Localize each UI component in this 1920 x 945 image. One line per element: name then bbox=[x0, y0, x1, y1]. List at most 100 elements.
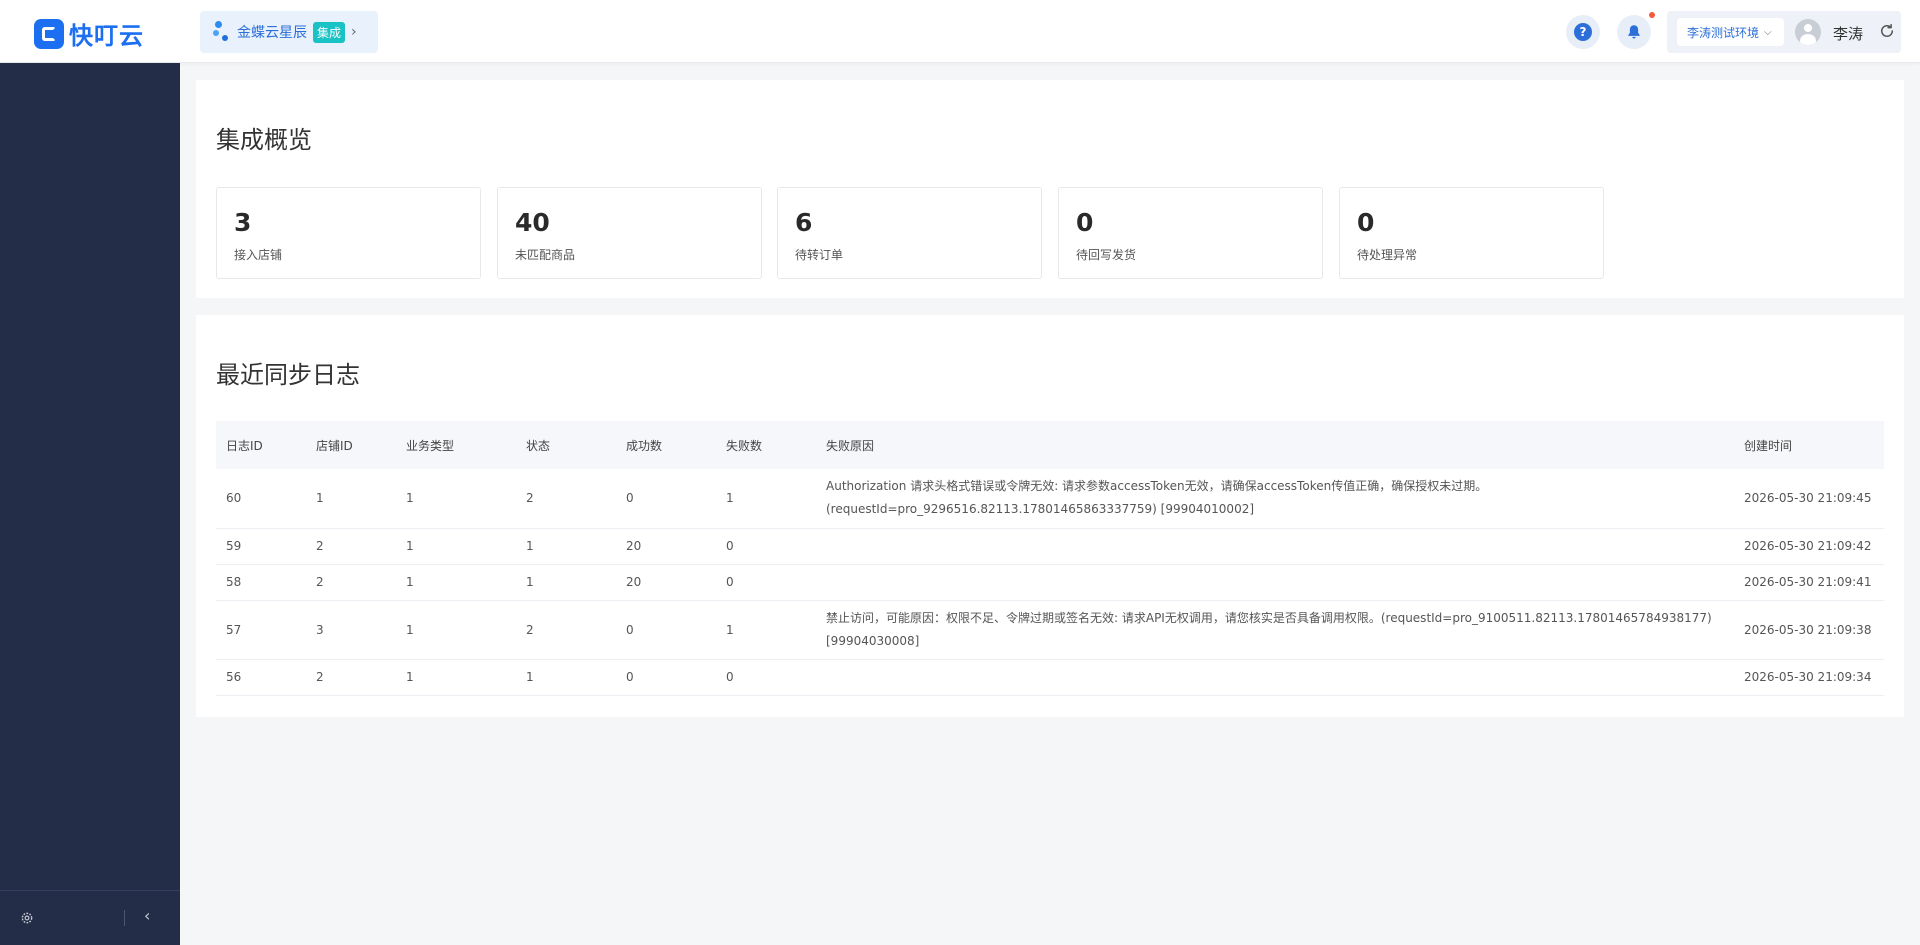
app-tag-badge: 集成 bbox=[313, 21, 346, 43]
column-header: 业务类型 bbox=[406, 438, 455, 453]
cell-created-time: 2026-05-30 21:09:34 bbox=[1734, 659, 1884, 696]
cell-failed-count: 1 bbox=[716, 469, 816, 529]
column-header: 失败原因 bbox=[826, 438, 875, 453]
cell-failed-count: 0 bbox=[716, 659, 816, 696]
cell-success-count: 0 bbox=[616, 600, 716, 660]
user-area: 李涛测试环境 ⌵ 李涛 bbox=[1667, 11, 1901, 53]
stat-label: 未匹配商品 bbox=[515, 248, 576, 262]
column-header: 创建时间 bbox=[1744, 438, 1793, 453]
chevron-right-icon: › bbox=[351, 24, 357, 40]
chevron-left-icon[interactable]: ‹ bbox=[144, 906, 150, 925]
cell-success-count: 0 bbox=[616, 659, 716, 696]
table-row[interactable]: 59 2 1 1 20 0 2026-05-30 21:09:42 bbox=[216, 528, 1884, 565]
cell-biz-type: 1 bbox=[396, 469, 516, 529]
cell-shop-id: 2 bbox=[306, 528, 396, 565]
cell-created-time: 2026-05-30 21:09:41 bbox=[1734, 564, 1884, 601]
column-header: 成功数 bbox=[626, 438, 663, 453]
column-header: 状态 bbox=[526, 438, 551, 453]
cell-status: 2 bbox=[516, 600, 616, 660]
brand-logo-icon bbox=[34, 18, 64, 49]
stat-card-pending-orders[interactable]: 6 待转订单 bbox=[777, 187, 1042, 279]
stat-label: 接入店铺 bbox=[234, 248, 283, 262]
column-header: 店铺ID bbox=[316, 438, 353, 453]
sidebar: ‹ bbox=[0, 63, 180, 945]
stat-value: 40 bbox=[515, 208, 550, 237]
stat-label: 待转订单 bbox=[795, 248, 844, 262]
cell-status: 1 bbox=[516, 528, 616, 565]
cell-failed-count: 1 bbox=[716, 600, 816, 660]
avatar[interactable] bbox=[1795, 19, 1821, 45]
cell-shop-id: 2 bbox=[306, 564, 396, 601]
table-header-row: 日志ID 店铺ID 业务类型 状态 成功数 失败数 失败原因 创建时间 bbox=[216, 421, 1884, 469]
overview-title: 集成概览 bbox=[216, 126, 312, 154]
footer-divider bbox=[124, 910, 125, 926]
cell-success-count: 20 bbox=[616, 564, 716, 601]
notification-dot bbox=[1649, 12, 1655, 18]
table-row[interactable]: 58 2 1 1 20 0 2026-05-30 21:09:41 bbox=[216, 564, 1884, 601]
settings-icon[interactable] bbox=[20, 911, 34, 925]
stat-card-unmatched-products[interactable]: 40 未匹配商品 bbox=[497, 187, 762, 279]
cell-status: 2 bbox=[516, 469, 616, 529]
cell-log-id: 56 bbox=[216, 659, 306, 696]
sidebar-footer: ‹ bbox=[0, 890, 180, 945]
refresh-icon[interactable] bbox=[1878, 22, 1896, 40]
cell-log-id: 58 bbox=[216, 564, 306, 601]
environment-select[interactable]: 李涛测试环境 ⌵ bbox=[1677, 18, 1784, 46]
stat-value: 0 bbox=[1076, 208, 1094, 237]
notifications-button[interactable] bbox=[1617, 15, 1651, 49]
cell-biz-type: 1 bbox=[396, 600, 516, 660]
cell-failure-reason bbox=[816, 564, 1734, 601]
logs-title: 最近同步日志 bbox=[216, 361, 360, 389]
app-dots-icon bbox=[213, 21, 231, 43]
help-button[interactable]: ? bbox=[1566, 15, 1600, 49]
cell-status: 1 bbox=[516, 659, 616, 696]
top-header: 快叮云 金蝶云星辰 集成 › ? 李涛测试环境 ⌵ 李涛 bbox=[0, 0, 1920, 63]
sync-logs-table: 日志ID 店铺ID 业务类型 状态 成功数 失败数 失败原因 创建时间 60 1… bbox=[216, 421, 1884, 696]
cell-success-count: 0 bbox=[616, 469, 716, 529]
cell-success-count: 20 bbox=[616, 528, 716, 565]
column-header: 日志ID bbox=[226, 438, 263, 453]
cell-shop-id: 1 bbox=[306, 469, 396, 529]
cell-created-time: 2026-05-30 21:09:45 bbox=[1734, 469, 1884, 529]
cell-log-id: 57 bbox=[216, 600, 306, 660]
stat-value: 6 bbox=[795, 208, 813, 237]
cell-failure-reason bbox=[816, 528, 1734, 565]
bell-icon bbox=[1628, 25, 1640, 39]
brand-logo[interactable]: 快叮云 bbox=[34, 16, 144, 51]
stat-label: 待回写发货 bbox=[1076, 248, 1137, 262]
table-row[interactable]: 57 3 1 2 0 1 禁止访问，可能原因：权限不足、令牌过期或签名无效: 请… bbox=[216, 600, 1884, 660]
cell-biz-type: 1 bbox=[396, 564, 516, 601]
stat-value: 3 bbox=[234, 208, 252, 237]
cell-status: 1 bbox=[516, 564, 616, 601]
stat-value: 0 bbox=[1357, 208, 1375, 237]
stat-card-pending-exceptions[interactable]: 0 待处理异常 bbox=[1339, 187, 1604, 279]
cell-shop-id: 2 bbox=[306, 659, 396, 696]
app-switcher[interactable]: 金蝶云星辰 集成 › bbox=[200, 11, 378, 53]
app-name: 金蝶云星辰 bbox=[237, 25, 307, 41]
stat-label: 待处理异常 bbox=[1357, 248, 1418, 262]
chevron-down-icon: ⌵ bbox=[1764, 26, 1772, 38]
cell-failed-count: 0 bbox=[716, 528, 816, 565]
column-header: 失败数 bbox=[726, 438, 763, 453]
cell-log-id: 60 bbox=[216, 469, 306, 529]
cell-failure-reason: 禁止访问，可能原因：权限不足、令牌过期或签名无效: 请求API无权调用，请您核实… bbox=[816, 600, 1734, 660]
cell-shop-id: 3 bbox=[306, 600, 396, 660]
cell-failure-reason: Authorization 请求头格式错误或令牌无效: 请求参数accessTo… bbox=[816, 469, 1734, 529]
cell-failure-reason bbox=[816, 659, 1734, 696]
cell-failed-count: 0 bbox=[716, 564, 816, 601]
overview-panel: 集成概览 3 接入店铺 40 未匹配商品 6 待转订单 0 待回写发货 0 待处… bbox=[196, 80, 1904, 298]
environment-value: 李涛测试环境 bbox=[1687, 25, 1760, 40]
brand-name: 快叮云 bbox=[69, 22, 144, 50]
cell-created-time: 2026-05-30 21:09:38 bbox=[1734, 600, 1884, 660]
user-name[interactable]: 李涛 bbox=[1833, 23, 1863, 44]
cell-biz-type: 1 bbox=[396, 659, 516, 696]
cell-created-time: 2026-05-30 21:09:42 bbox=[1734, 528, 1884, 565]
sync-logs-panel: 最近同步日志 日志ID 店铺ID 业务类型 状态 成功数 失败数 失败原因 创建… bbox=[196, 315, 1904, 717]
table-row[interactable]: 60 1 1 2 0 1 Authorization 请求头格式错误或令牌无效:… bbox=[216, 469, 1884, 529]
table-row[interactable]: 56 2 1 1 0 0 2026-05-30 21:09:34 bbox=[216, 659, 1884, 696]
cell-biz-type: 1 bbox=[396, 528, 516, 565]
question-icon: ? bbox=[1574, 23, 1592, 41]
stat-card-pending-shipping[interactable]: 0 待回写发货 bbox=[1058, 187, 1323, 279]
cell-log-id: 59 bbox=[216, 528, 306, 565]
stat-card-shops[interactable]: 3 接入店铺 bbox=[216, 187, 481, 279]
